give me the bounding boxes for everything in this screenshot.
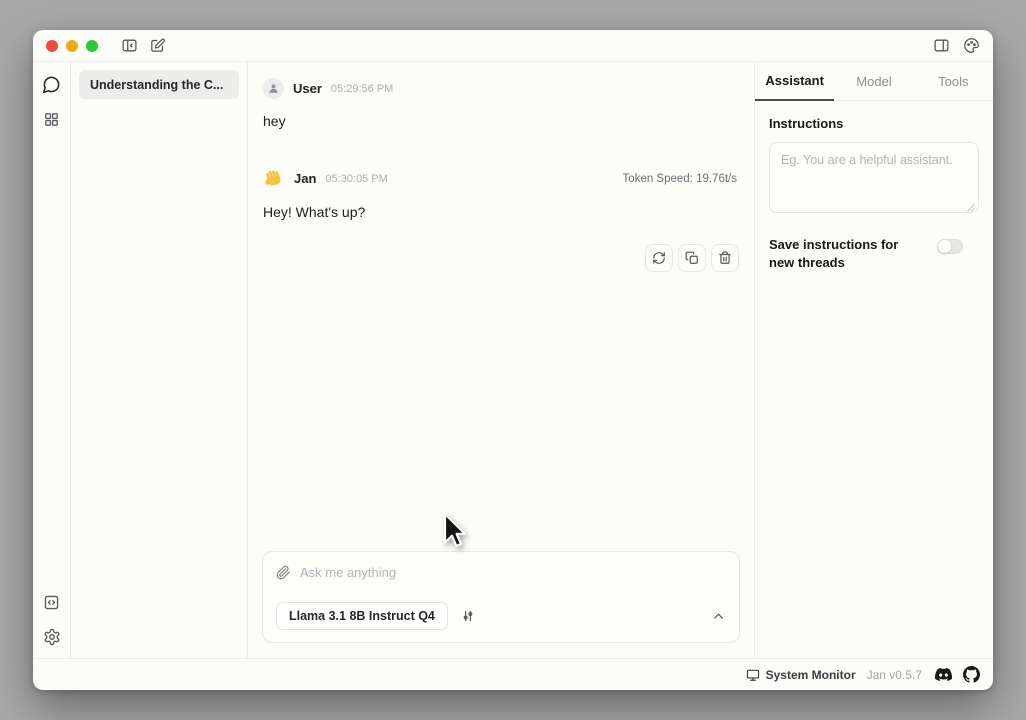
message-actions (263, 244, 739, 272)
message-text: Hey! What's up? (263, 203, 739, 222)
monitor-icon (746, 668, 760, 682)
chat-input-box: Llama 3.1 8B Instruct Q4 (262, 551, 740, 643)
app-version-label: Jan v0.5.7 (867, 668, 922, 682)
message-author: User (293, 81, 322, 96)
model-settings-sliders-icon[interactable] (454, 602, 482, 630)
threads-nav-icon[interactable] (42, 75, 61, 94)
tab-tools[interactable]: Tools (914, 62, 993, 101)
system-monitor-label: System Monitor (766, 668, 856, 682)
api-server-icon[interactable] (43, 594, 60, 611)
thread-title: Understanding the C... (90, 78, 223, 92)
status-bar: System Monitor Jan v0.5.7 (33, 658, 993, 690)
toggle-right-panel-icon[interactable] (933, 37, 950, 54)
discord-icon[interactable] (935, 666, 952, 683)
copy-button[interactable] (678, 244, 706, 272)
new-thread-icon[interactable] (149, 37, 166, 54)
message-text: hey (263, 112, 739, 131)
waving-hand-icon (263, 168, 285, 190)
right-panel: Assistant Model Tools Instructions Save … (755, 62, 993, 658)
attachment-paperclip-icon[interactable] (276, 565, 291, 580)
model-selector-label: Llama 3.1 8B Instruct Q4 (289, 609, 435, 623)
message-list: User 05:29:56 PM hey Jan 05:30:05 PM Tok… (248, 62, 754, 551)
resize-grip-icon[interactable] (966, 203, 975, 212)
traffic-lights (46, 40, 98, 52)
thread-list-item[interactable]: Understanding the C... (79, 70, 239, 99)
tab-model[interactable]: Model (834, 62, 913, 101)
instructions-textarea[interactable] (769, 142, 979, 213)
app-window: Understanding the C... User 05:29:56 PM … (33, 30, 993, 690)
titlebar (33, 30, 993, 62)
chat-message-input[interactable] (300, 565, 726, 580)
thread-list: Understanding the C... (71, 62, 248, 658)
system-monitor-button[interactable]: System Monitor (746, 668, 856, 682)
minimize-window-button[interactable] (66, 40, 78, 52)
toggle-knob (938, 240, 951, 253)
icon-rail (33, 62, 71, 658)
delete-button[interactable] (711, 244, 739, 272)
token-speed-label: Token Speed: 19.76t/s (623, 173, 739, 185)
hub-grid-icon[interactable] (43, 111, 60, 128)
chevron-up-icon[interactable] (711, 609, 726, 624)
user-avatar-icon (263, 78, 284, 99)
regenerate-button[interactable] (645, 244, 673, 272)
message-timestamp: 05:29:56 PM (331, 83, 393, 95)
close-window-button[interactable] (46, 40, 58, 52)
message-assistant: Jan 05:30:05 PM Token Speed: 19.76t/s He… (263, 168, 739, 222)
save-instructions-row: Save instructions for new threads (769, 236, 979, 272)
tab-assistant[interactable]: Assistant (755, 62, 834, 101)
chat-panel: User 05:29:56 PM hey Jan 05:30:05 PM Tok… (248, 62, 755, 658)
save-instructions-label: Save instructions for new threads (769, 236, 927, 272)
message-user: User 05:29:56 PM hey (263, 78, 739, 131)
toggle-left-panel-icon[interactable] (121, 37, 138, 54)
maximize-window-button[interactable] (86, 40, 98, 52)
settings-gear-icon[interactable] (43, 628, 61, 646)
message-author: Jan (294, 171, 316, 186)
theme-palette-icon[interactable] (963, 37, 980, 54)
model-selector-button[interactable]: Llama 3.1 8B Instruct Q4 (276, 602, 448, 630)
save-instructions-toggle[interactable] (937, 239, 963, 254)
right-panel-tabs: Assistant Model Tools (755, 62, 993, 101)
instructions-heading: Instructions (769, 116, 979, 131)
github-icon[interactable] (963, 666, 980, 683)
message-timestamp: 05:30:05 PM (325, 173, 387, 185)
